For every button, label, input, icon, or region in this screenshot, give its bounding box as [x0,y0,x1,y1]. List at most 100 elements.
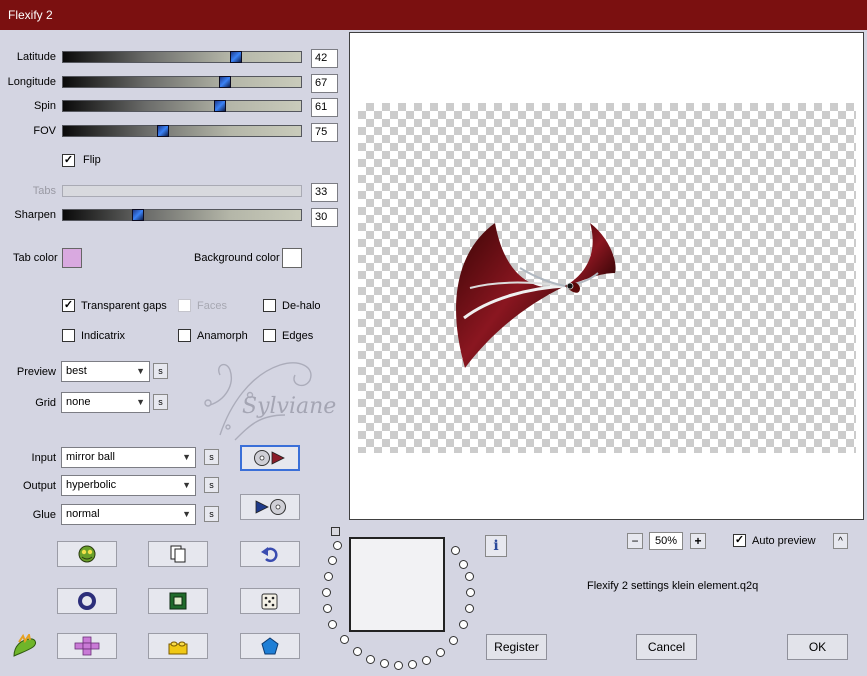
transparent-gaps-checkbox[interactable]: ✓ [62,299,75,312]
grid-select[interactable]: none ▼ [61,392,150,413]
latitude-slider[interactable] [62,51,302,63]
zoom-value[interactable]: 50% [649,532,683,550]
preset-dot[interactable] [459,620,468,629]
preset-dot[interactable] [328,556,337,565]
lego-button[interactable] [148,633,208,659]
flip-checkbox[interactable]: ✓ [62,154,75,167]
watermark-text: Sylviane [242,394,336,419]
longitude-value[interactable]: 67 [311,74,338,93]
background-color-label: Background color [194,252,280,264]
latitude-value[interactable]: 42 [311,49,338,68]
preset-dot[interactable] [459,560,468,569]
transparent-gaps-label: Transparent gaps [81,300,167,312]
sharpen-slider[interactable] [62,209,302,221]
tab-color-label: Tab color [13,252,58,264]
info-button[interactable]: i [485,535,507,557]
preset-dot[interactable] [380,659,389,668]
plus-shape-button[interactable] [57,633,117,659]
grid-select-value: none [66,396,91,408]
ring-button[interactable] [57,588,117,614]
longitude-slider-thumb[interactable] [219,76,231,88]
grid-s-button[interactable]: s [153,394,168,410]
preset-dot[interactable] [466,588,475,597]
preset-dot[interactable] [366,655,375,664]
copy-icon [170,545,186,563]
input-s-button[interactable]: s [204,449,219,465]
output-select[interactable]: hyperbolic ▼ [61,475,196,496]
latitude-label: Latitude [16,51,56,63]
faces-checkbox [178,299,191,312]
preset-dot[interactable] [422,656,431,665]
preset-dot[interactable] [451,546,460,555]
preset-dot[interactable] [323,604,332,613]
sharpen-slider-thumb[interactable] [132,209,144,221]
preview-select[interactable]: best ▼ [61,361,150,382]
fov-slider[interactable] [62,125,302,137]
ring-icon [78,592,96,610]
latitude-slider-thumb[interactable] [230,51,242,63]
sharpen-label: Sharpen [14,209,56,221]
glue-select[interactable]: normal ▼ [61,504,196,525]
dot-ring-start-handle[interactable] [331,527,340,536]
cancel-button[interactable]: Cancel [636,634,697,660]
register-button[interactable]: Register [486,634,547,660]
spin-slider[interactable] [62,100,302,112]
collapse-button[interactable]: ^ [833,533,848,549]
auto-preview-checkbox[interactable]: ✓ [733,534,746,547]
zoom-out-button[interactable]: − [627,533,643,549]
tabs-value[interactable]: 33 [311,183,338,202]
preset-dot[interactable] [333,541,342,550]
preset-dot[interactable] [465,604,474,613]
preset-dot[interactable] [324,572,333,581]
anamorph-checkbox[interactable] [178,329,191,342]
output-s-button[interactable]: s [204,477,219,493]
spin-slider-thumb[interactable] [214,100,226,112]
dice-button[interactable] [240,588,300,614]
glue-s-button[interactable]: s [204,506,219,522]
indicatrix-checkbox[interactable] [62,329,75,342]
filter-forge-logo-icon [13,632,37,657]
settings-thumbnail[interactable] [349,537,445,632]
de-halo-checkbox[interactable] [263,299,276,312]
sylviane-watermark: Sylviane [204,362,336,441]
preview-canvas[interactable] [349,32,864,520]
ok-button[interactable]: OK [787,634,848,660]
grid-select-label: Grid [35,397,56,409]
preset-dot[interactable] [328,620,337,629]
zoom-in-button[interactable]: + [690,533,706,549]
preset-dot[interactable] [449,636,458,645]
flexify-dialog: Flexify 2 Latitude 42 Longitude 67 Spin … [0,0,867,676]
preset-dot[interactable] [353,647,362,656]
chevron-down-icon: ▼ [182,452,191,462]
fov-value[interactable]: 75 [311,123,338,142]
chevron-down-icon: ▼ [136,366,145,376]
preset-dot[interactable] [465,572,474,581]
tabs-label: Tabs [32,185,56,197]
auto-preview-label: Auto preview [752,535,816,547]
sharpen-value[interactable]: 30 [311,208,338,227]
preset-dot[interactable] [394,661,403,670]
randomize-button[interactable] [57,541,117,567]
preset-dot[interactable] [408,660,417,669]
spin-value[interactable]: 61 [311,98,338,117]
preset-dot[interactable] [436,648,445,657]
input-select[interactable]: mirror ball ▼ [61,447,196,468]
undo-button[interactable] [240,541,300,567]
preset-dot[interactable] [340,635,349,644]
edges-checkbox[interactable] [263,329,276,342]
copy-button[interactable] [148,541,208,567]
output-select-value: hyperbolic [66,479,117,491]
tab-color-swatch[interactable] [62,248,82,268]
indicatrix-label: Indicatrix [81,330,126,342]
cd-arrow-button[interactable] [240,445,300,471]
pentagon-button[interactable] [240,633,300,659]
longitude-slider[interactable] [62,76,302,88]
preset-dot[interactable] [322,588,331,597]
chevron-down-icon: ▼ [136,397,145,407]
arrow-cd-button[interactable] [240,494,300,520]
fov-slider-thumb[interactable] [157,125,169,137]
preview-s-button[interactable]: s [153,363,168,379]
chip-button[interactable] [148,588,208,614]
window-title: Flexify 2 [8,8,53,22]
background-color-swatch[interactable] [282,248,302,268]
